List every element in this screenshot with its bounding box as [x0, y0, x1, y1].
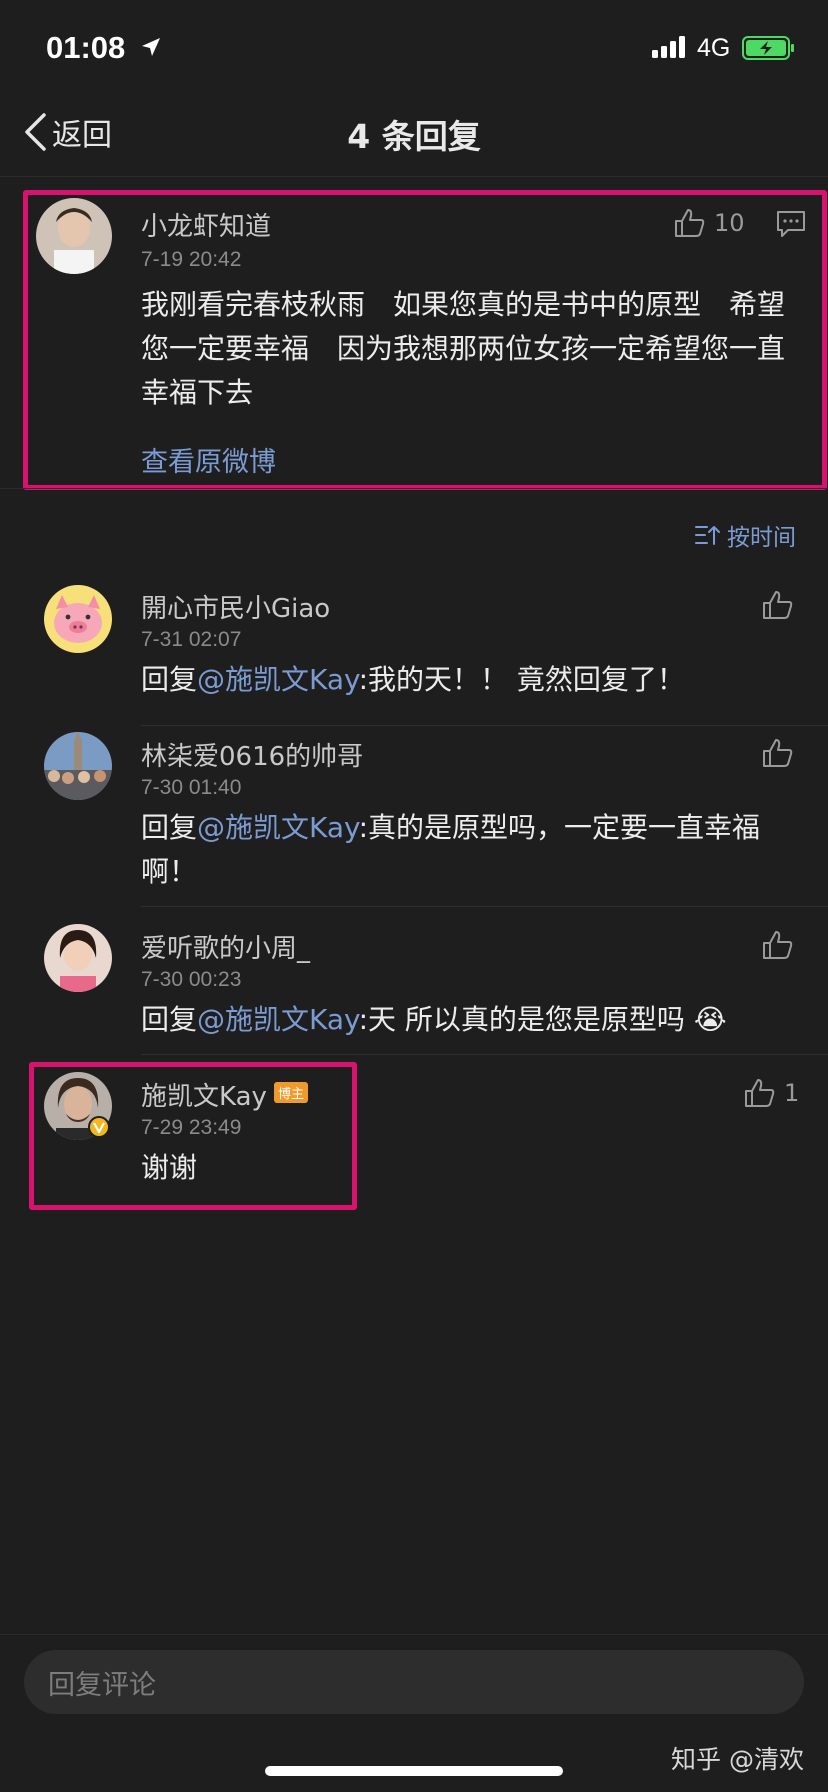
sort-label: 按时间 [727, 525, 796, 551]
like-button[interactable]: 10 [674, 208, 745, 238]
reply-time: 7-29 23:49 [141, 1116, 242, 1139]
like-button[interactable] [762, 590, 794, 620]
reply-text: 回复@施凯文Kay:真的是原型吗，一定要一直幸福啊！ [141, 806, 791, 894]
verified-icon [88, 1116, 110, 1138]
thumbs-up-icon [763, 931, 793, 959]
nav-bar: 返回 4 条回复 [0, 100, 828, 176]
reply-time: 7-31 02:07 [141, 628, 242, 651]
status-bar: 01:08 4G [0, 0, 828, 100]
home-indicator[interactable] [265, 1766, 563, 1776]
comment-username[interactable]: 小龙虾知道 [141, 206, 271, 243]
reply-body: :我的天！！ 竟然回复了！ [358, 663, 685, 696]
signal-icon [652, 36, 685, 58]
crowd-photo-icon [44, 732, 112, 800]
watermark: 知乎 @清欢 [671, 1745, 804, 1774]
like-count: 10 [714, 209, 745, 237]
reply-prefix: 回复 [141, 663, 198, 696]
portrait-avatar-icon [44, 924, 112, 992]
avatar-photo-icon [36, 198, 112, 274]
like-button[interactable]: 1 [744, 1078, 799, 1108]
view-original-link[interactable]: 查看原微博 [141, 440, 276, 479]
reply-text: 回复@施凯文Kay:天 所以真的是您是原型吗 😭 [141, 998, 801, 1042]
reply-username[interactable]: 爱听歌的小周_ [141, 928, 310, 965]
avatar[interactable] [44, 585, 112, 653]
comment-text: 我刚看完春枝秋雨 如果您真的是书中的原型 希望您一定要幸福 因为我想那两位女孩一… [141, 288, 786, 409]
sort-by-time-button[interactable]: 按时间 [695, 518, 796, 552]
reply-prefix: 回复 [141, 1003, 198, 1036]
comment-time: 7-19 20:42 [141, 248, 242, 271]
status-time: 01:08 [46, 30, 126, 65]
thumbs-up-icon [763, 591, 793, 619]
page-title: 4 条回复 [347, 117, 481, 156]
thumbs-up-icon [763, 739, 793, 767]
battery-icon [742, 36, 794, 60]
thumbs-up-icon [675, 209, 705, 237]
mention-link[interactable]: @施凯文Kay [197, 811, 359, 844]
divider [141, 1054, 828, 1055]
reply-username[interactable]: 林柒爱0616的帅哥 [141, 736, 363, 773]
divider [141, 725, 828, 726]
like-button[interactable] [762, 930, 794, 960]
pig-avatar-icon [44, 585, 112, 653]
author-username[interactable]: 施凯文Kay [141, 1076, 267, 1113]
like-count: 1 [784, 1079, 800, 1107]
reply-prefix: 回复 [141, 811, 198, 844]
like-button[interactable] [762, 738, 794, 768]
location-icon [142, 38, 160, 56]
comment-icon[interactable] [776, 210, 806, 238]
avatar[interactable] [44, 924, 112, 992]
reply-text: 回复@施凯文Kay:我的天！！ 竟然回复了！ [141, 658, 791, 702]
divider [0, 488, 828, 489]
reply-time: 7-30 01:40 [141, 776, 242, 799]
reply-time: 7-30 00:23 [141, 968, 242, 991]
mention-link[interactable]: @施凯文Kay [197, 663, 359, 696]
avatar[interactable] [44, 732, 112, 800]
mention-link[interactable]: @施凯文Kay [197, 1003, 359, 1036]
divider [141, 906, 828, 907]
thumbs-up-icon [745, 1079, 775, 1107]
author-badge: 博主 [274, 1082, 309, 1103]
network-type: 4G [697, 34, 731, 62]
divider [0, 1634, 828, 1635]
reply-text: 谢谢 [141, 1151, 198, 1184]
reply-body: :天 所以真的是您是原型吗 😭 [358, 1003, 727, 1036]
avatar[interactable] [36, 198, 112, 274]
divider [0, 176, 828, 177]
sort-icon [695, 526, 720, 545]
reply-input[interactable]: 回复评论 [24, 1650, 804, 1714]
reply-username[interactable]: 開心市民小Giao [141, 588, 330, 625]
